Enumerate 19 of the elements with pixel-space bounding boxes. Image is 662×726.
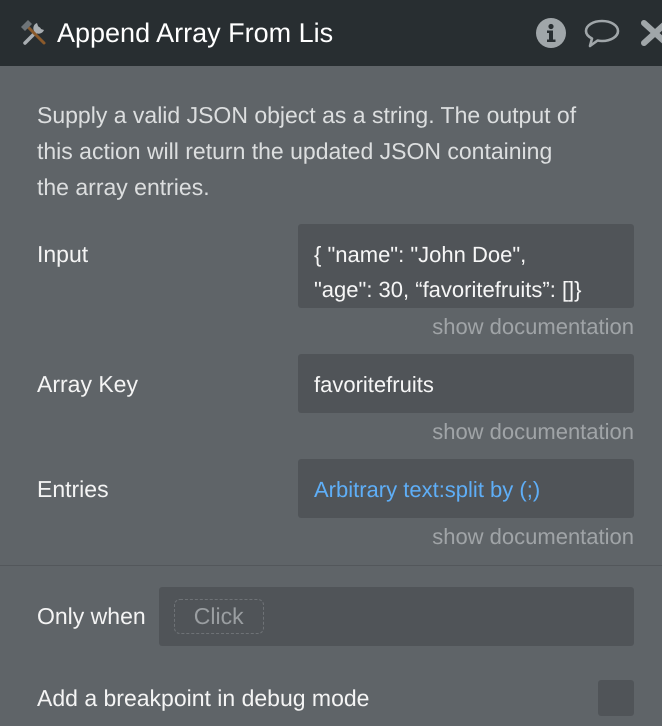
close-icon[interactable] [640, 19, 662, 47]
field-label: Array Key [37, 370, 138, 399]
input-field[interactable]: Arbitrary text:split by (;) [298, 459, 634, 518]
description-text: Supply a valid JSON object as a string. The output of this action will return the updated JSON containing the array entries. [37, 101, 578, 202]
condition-field[interactable]: Click [158, 587, 634, 646]
comment-icon[interactable] [584, 18, 620, 48]
placeholder-chip[interactable]: Click [174, 599, 264, 634]
show-documentation-link[interactable]: show documentation [432, 419, 634, 445]
info-icon[interactable] [536, 18, 566, 48]
show-documentation-link[interactable]: show documentation [432, 524, 634, 550]
hammer-and-wrench-icon [20, 19, 48, 47]
field-label: Input [37, 240, 88, 269]
input-field[interactable]: { "name": "John Doe", "age": 30, “favoritefruits”: []} [298, 224, 634, 308]
only-when-label: Only when [37, 603, 146, 630]
breakpoint-label: Add a breakpoint in debug mode [37, 684, 370, 712]
input-field[interactable]: favoritefruits [298, 354, 634, 413]
show-documentation-link[interactable]: show documentation [432, 314, 634, 340]
field-label: Entries [37, 475, 109, 504]
window-title: Append Array From Lis [57, 18, 334, 48]
